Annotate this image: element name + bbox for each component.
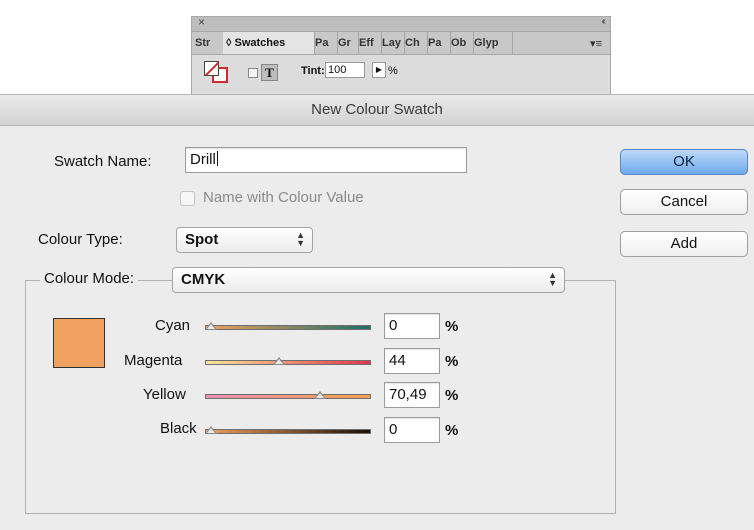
black-value-field[interactable]: 0 xyxy=(384,417,440,443)
colour-preview-swatch xyxy=(53,318,105,368)
yellow-unit: % xyxy=(445,387,459,404)
yellow-label: Yellow xyxy=(143,386,186,403)
panel-titlebar: × ‹‹ xyxy=(192,15,610,32)
swatch-name-label: Swatch Name: xyxy=(54,153,152,170)
swatch-name-field[interactable]: Drill xyxy=(185,147,467,173)
colour-type-select[interactable]: Spot ▲ ▼ xyxy=(176,227,313,253)
chevron-updown-icon: ▲ ▼ xyxy=(548,270,557,288)
tab-glyphs[interactable]: Glyp xyxy=(471,32,513,54)
dialog-titlebar: New Colour Swatch xyxy=(0,95,754,126)
tint-label: Tint: xyxy=(301,65,325,77)
colour-mode-value: CMYK xyxy=(181,271,226,288)
colour-type-label: Colour Type: xyxy=(38,231,123,248)
tint-arrow-icon[interactable]: ▶ xyxy=(372,62,386,78)
colour-mode-label: Colour Mode: xyxy=(40,270,139,287)
add-button[interactable]: Add xyxy=(620,231,748,257)
panel-close-icon[interactable]: × xyxy=(198,15,205,29)
cancel-button[interactable]: Cancel xyxy=(620,189,748,215)
panel-collapse-icon[interactable]: ‹‹ xyxy=(601,16,605,27)
cyan-value-field[interactable]: 0 xyxy=(384,313,440,339)
black-slider-track[interactable] xyxy=(205,429,371,434)
cyan-slider-track[interactable] xyxy=(205,325,371,330)
magenta-slider-thumb[interactable] xyxy=(272,357,285,365)
fill-stroke-icon[interactable] xyxy=(204,61,228,83)
colour-mode-select[interactable]: CMYK ▲ ▼ xyxy=(172,267,565,293)
new-colour-swatch-dialog: New Colour Swatch Swatch Name: Drill Nam… xyxy=(0,94,754,530)
yellow-value-field[interactable]: 70,49 xyxy=(384,382,440,408)
swatch-controls: T Tint: 100 ▶ % xyxy=(192,55,610,95)
tab-swatches[interactable]: ◊ Swatches xyxy=(223,32,315,54)
black-label: Black xyxy=(160,420,197,437)
swatch-name-value: Drill xyxy=(190,151,216,168)
formatting-text-icon[interactable]: T xyxy=(261,64,278,81)
name-with-colour-value-checkbox[interactable] xyxy=(180,191,195,206)
formatting-container-icon[interactable] xyxy=(248,68,258,78)
tint-input[interactable]: 100 xyxy=(325,62,365,78)
yellow-slider-thumb[interactable] xyxy=(313,391,326,399)
cyan-slider-thumb[interactable] xyxy=(205,322,217,330)
swatches-panel: × ‹‹ Str ◊ Swatches Pa Gr Eff Lay Ch Pa … xyxy=(191,15,611,99)
tint-unit: % xyxy=(388,65,398,77)
colour-type-value: Spot xyxy=(185,231,219,248)
panel-menu-icon[interactable]: ▾≡ xyxy=(590,37,602,50)
yellow-slider-track[interactable] xyxy=(205,394,371,399)
magenta-slider-track[interactable] xyxy=(205,360,371,365)
chevron-updown-icon: ▲ ▼ xyxy=(296,230,305,248)
black-unit: % xyxy=(445,422,459,439)
cyan-label: Cyan xyxy=(155,317,191,334)
black-slider-thumb[interactable] xyxy=(205,426,217,434)
magenta-value-field[interactable]: 44 xyxy=(384,348,440,374)
name-with-colour-value-label: Name with Colour Value xyxy=(203,189,364,206)
cyan-unit: % xyxy=(445,318,459,335)
text-caret xyxy=(216,151,218,166)
tab-stroke[interactable]: Str xyxy=(192,32,226,54)
magenta-unit: % xyxy=(445,353,459,370)
panel-tab-bar: Str ◊ Swatches Pa Gr Eff Lay Ch Pa Ob Gl… xyxy=(192,32,610,55)
ok-button[interactable]: OK xyxy=(620,149,748,175)
magenta-label: Magenta xyxy=(124,352,183,369)
dialog-title: New Colour Swatch xyxy=(311,101,443,118)
